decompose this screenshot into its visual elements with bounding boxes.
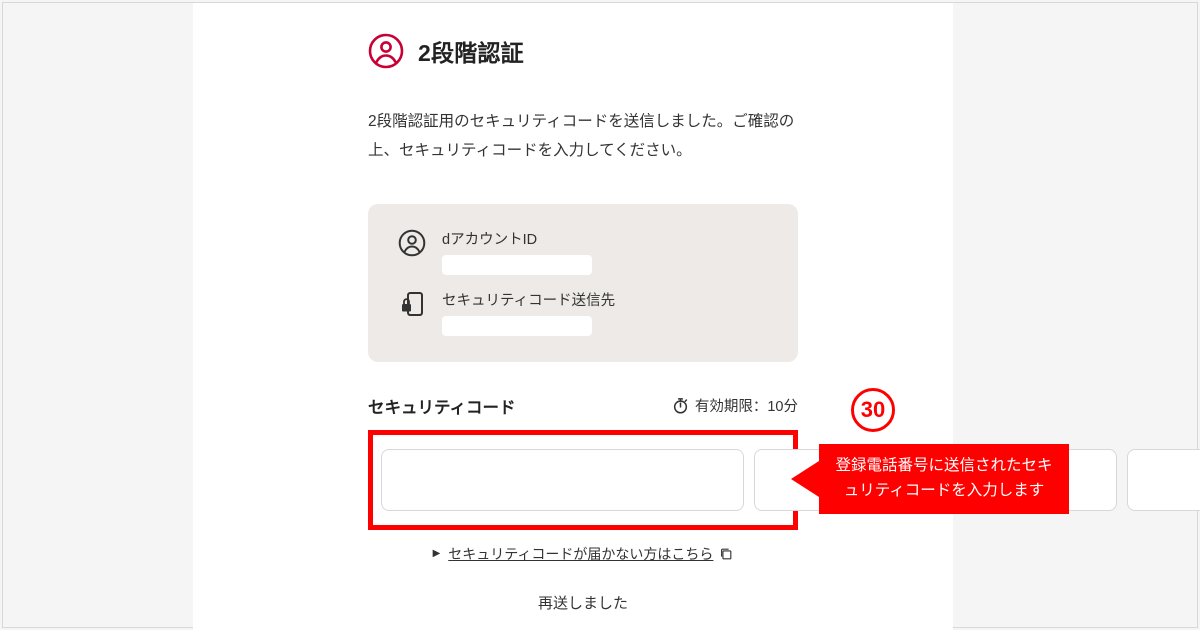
code-expiry: 有効期限：10分: [672, 395, 798, 416]
page-title: 2段階認証: [418, 34, 524, 68]
account-id-value: [442, 255, 592, 275]
user-circle-icon: [368, 33, 404, 69]
phone-lock-icon: [398, 290, 426, 318]
two-factor-panel: 2段階認証 2段階認証用のセキュリティコードを送信しました。ご確認の上、セキュリ…: [193, 3, 953, 630]
page-description: 2段階認証用のセキュリティコードを送信しました。ご確認の上、セキュリティコードを…: [368, 107, 798, 166]
security-code-label: セキュリティコード: [368, 394, 516, 418]
code-digit-1[interactable]: [381, 449, 744, 511]
code-destination-row: セキュリティコード送信先: [398, 289, 768, 336]
triangle-right-icon: ▶: [433, 548, 441, 559]
security-code-input-group: [368, 430, 798, 530]
stopwatch-icon: [672, 397, 689, 414]
person-icon: [398, 229, 426, 257]
resent-status: 再送しました: [368, 592, 798, 613]
code-expiry-text: 有効期限：10分: [695, 395, 798, 416]
code-not-received-link[interactable]: セキュリティコードが届かない方はこちら: [448, 544, 713, 564]
code-destination-label: セキュリティコード送信先: [442, 289, 768, 310]
account-id-row: dアカウントID: [398, 228, 768, 275]
account-info-card: dアカウントID セキュリティコード送信先: [368, 204, 798, 362]
left-arrow-icon: [791, 461, 819, 497]
step-number-badge: 30: [851, 388, 895, 432]
code-help-row: ▶ セキュリティコードが届かない方はこちら: [368, 544, 798, 564]
account-id-label: dアカウントID: [442, 228, 768, 249]
external-link-icon: [719, 547, 733, 561]
page-heading: 2段階認証: [368, 33, 798, 69]
annotation-text: 登録電話番号に送信されたセキュリティコードを入力します: [819, 444, 1069, 514]
annotation-callout: 30 登録電話番号に送信されたセキュリティコードを入力します: [791, 388, 1171, 514]
code-destination-value: [442, 316, 592, 336]
